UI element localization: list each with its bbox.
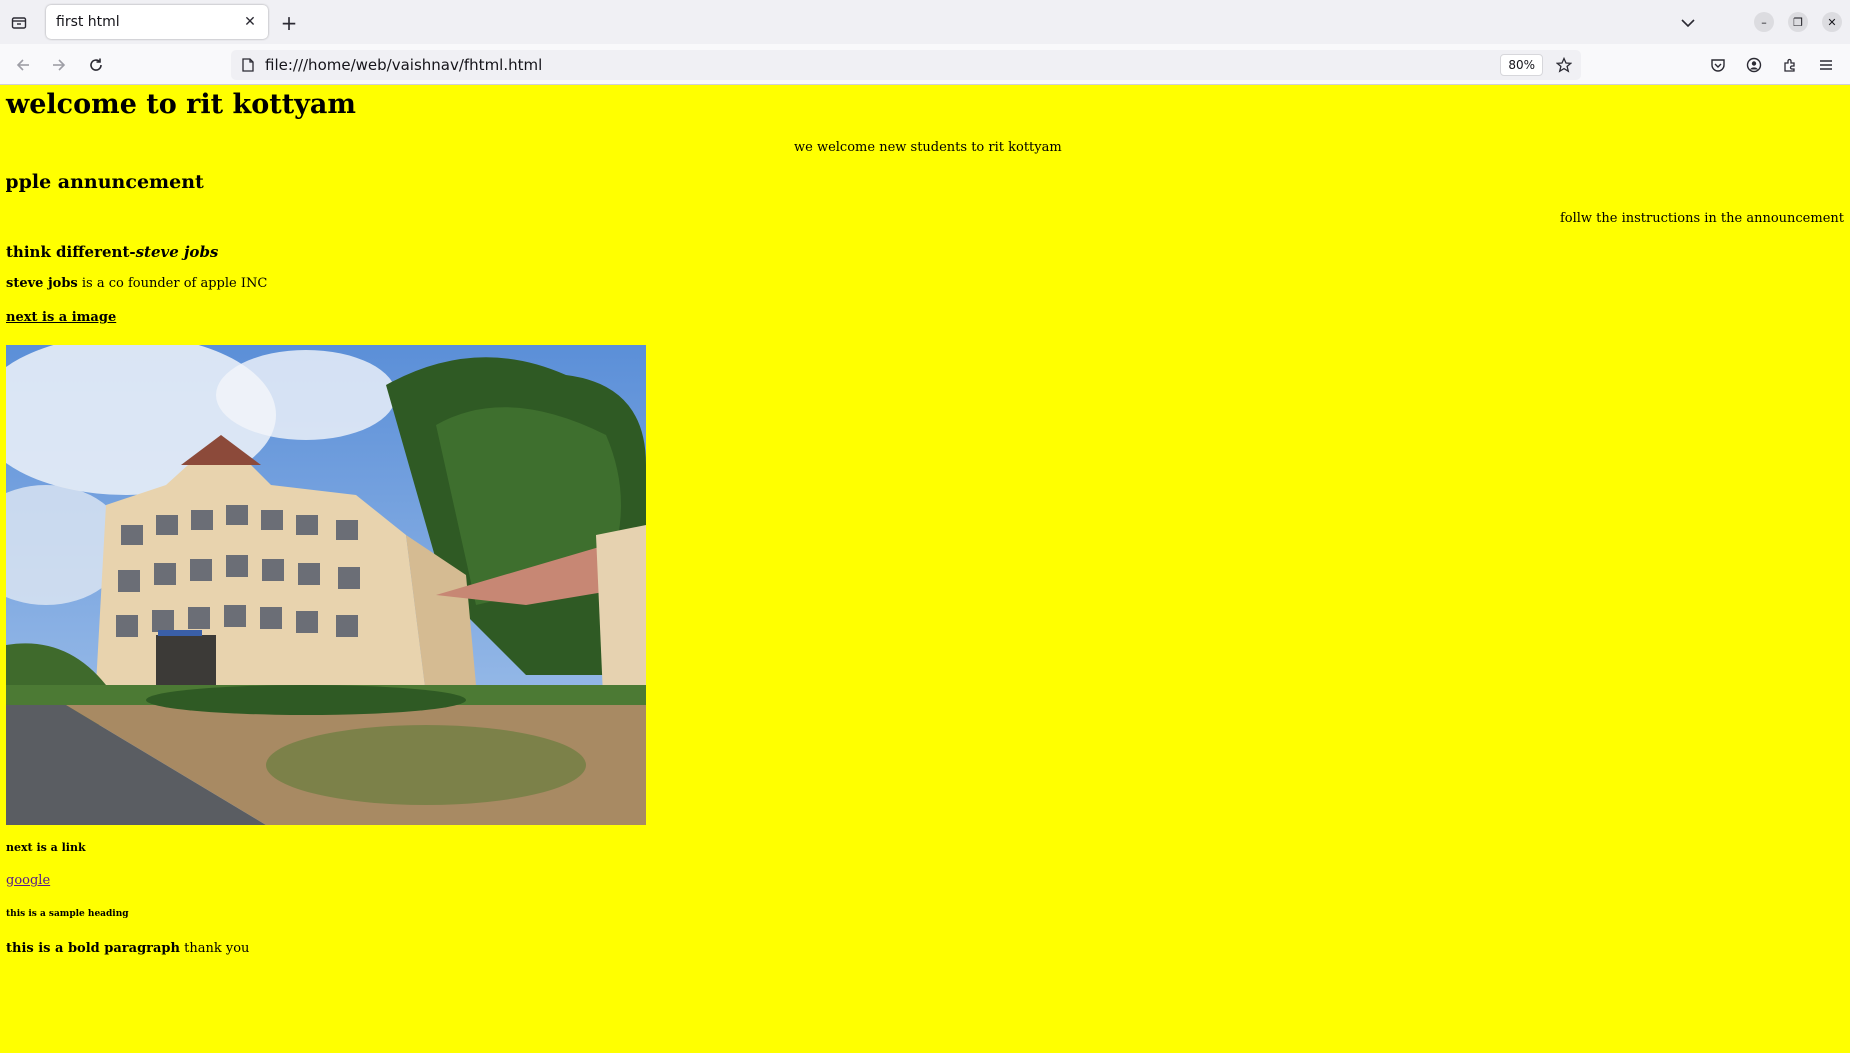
page-content: welcome to rit kottyam we welcome new st… <box>0 85 1850 1053</box>
sample-heading: this is a sample heading <box>6 909 129 919</box>
bookmark-star-icon[interactable] <box>1554 55 1574 75</box>
reload-icon[interactable] <box>85 54 107 76</box>
forward-icon[interactable] <box>48 54 70 76</box>
back-icon[interactable] <box>12 54 34 76</box>
image-caption: next is a image <box>6 310 116 325</box>
tab-active[interactable]: first html ✕ <box>46 5 268 39</box>
image-caption-text: next is a image <box>6 310 117 325</box>
close-tab-icon[interactable]: ✕ <box>240 12 260 32</box>
welcome-text: we welcome new students to rit kottyam <box>794 140 1062 155</box>
founder-paragraph: steve jobs is a co founder of apple INC <box>6 276 267 291</box>
zoom-indicator[interactable]: 80% <box>1500 54 1543 76</box>
closing-rest: thank you <box>179 941 250 956</box>
restore-icon[interactable]: ❐ <box>1788 12 1808 32</box>
list-all-tabs-icon[interactable] <box>1677 12 1699 34</box>
link-label: next is a link <box>6 841 86 854</box>
url-bar[interactable]: file:///home/web/vaishnav/fhtml.html 80% <box>231 50 1581 80</box>
tab-bar: first html ✕ + – ❐ ✕ <box>0 0 1850 44</box>
close-window-icon[interactable]: ✕ <box>1822 12 1842 32</box>
firefox-view-icon[interactable] <box>8 12 30 34</box>
closing-bold: this is a bold paragraph <box>6 941 180 956</box>
menu-icon[interactable] <box>1815 54 1837 76</box>
marquee-container: apple annuncement <box>6 171 406 205</box>
quote-text: think different- <box>6 243 136 261</box>
founder-desc: is a co founder of apple INC <box>77 276 268 291</box>
pocket-icon[interactable] <box>1707 54 1729 76</box>
quote-heading: think different-steve jobs <box>6 243 218 261</box>
quote-author: steve jobs <box>135 243 219 261</box>
minimize-icon[interactable]: – <box>1754 12 1774 32</box>
account-icon[interactable] <box>1743 54 1765 76</box>
college-building-photo <box>6 345 646 825</box>
url-text: file:///home/web/vaishnav/fhtml.html <box>265 56 543 74</box>
instructions-text: follw the instructions in the announceme… <box>1559 211 1844 226</box>
founder-name: steve jobs <box>6 276 78 291</box>
tab-title: first html <box>56 14 120 30</box>
google-link[interactable]: google <box>6 873 50 888</box>
page-icon <box>240 57 256 73</box>
page-title: welcome to rit kottyam <box>6 89 356 120</box>
new-tab-icon[interactable]: + <box>278 11 300 35</box>
marquee-heading: apple annuncement <box>6 171 204 193</box>
extensions-icon[interactable] <box>1779 54 1801 76</box>
closing-paragraph: this is a bold paragraph thank you <box>6 941 249 956</box>
